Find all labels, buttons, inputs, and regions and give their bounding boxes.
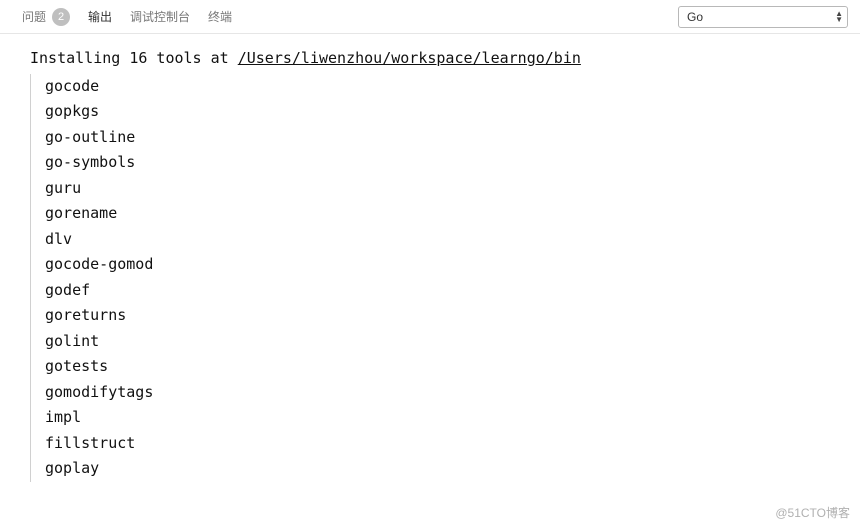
- output-channel-value: Go: [687, 10, 703, 24]
- select-arrows-icon: ▲▼: [835, 7, 843, 27]
- tab-output[interactable]: 输出: [88, 8, 112, 25]
- tool-list: gocodegopkgsgo-outlinego-symbolsgurugore…: [30, 74, 854, 482]
- tool-item: go-symbols: [45, 150, 854, 176]
- tab-terminal-label: 终端: [208, 8, 232, 25]
- tool-item: go-outline: [45, 125, 854, 151]
- panel-header: 问题 2 输出 调试控制台 终端 Go ▲▼: [0, 0, 860, 34]
- tab-problems[interactable]: 问题 2: [22, 8, 70, 26]
- tool-item: goreturns: [45, 303, 854, 329]
- problems-badge: 2: [52, 8, 70, 26]
- tool-item: gomodifytags: [45, 380, 854, 406]
- output-body: Installing 16 tools at /Users/liwenzhou/…: [0, 34, 860, 488]
- tool-item: goplay: [45, 456, 854, 482]
- install-line: Installing 16 tools at /Users/liwenzhou/…: [30, 46, 854, 72]
- tab-debug-label: 调试控制台: [130, 8, 190, 25]
- tool-item: gopkgs: [45, 99, 854, 125]
- tool-item: gocode: [45, 74, 854, 100]
- tool-item: impl: [45, 405, 854, 431]
- install-prefix: Installing 16 tools at: [30, 49, 238, 67]
- tab-debug-console[interactable]: 调试控制台: [130, 8, 190, 25]
- tab-problems-label: 问题: [22, 8, 46, 25]
- tool-item: gocode-gomod: [45, 252, 854, 278]
- tool-item: guru: [45, 176, 854, 202]
- output-channel-select[interactable]: Go ▲▼: [678, 6, 848, 28]
- tool-item: dlv: [45, 227, 854, 253]
- panel-tabs: 问题 2 输出 调试控制台 终端: [22, 8, 232, 26]
- install-path: /Users/liwenzhou/workspace/learngo/bin: [238, 49, 581, 67]
- tool-item: godef: [45, 278, 854, 304]
- watermark: @51CTO博客: [775, 504, 850, 521]
- tool-item: fillstruct: [45, 431, 854, 457]
- tab-terminal[interactable]: 终端: [208, 8, 232, 25]
- tab-output-label: 输出: [88, 8, 112, 25]
- tool-item: gotests: [45, 354, 854, 380]
- tool-item: golint: [45, 329, 854, 355]
- tool-item: gorename: [45, 201, 854, 227]
